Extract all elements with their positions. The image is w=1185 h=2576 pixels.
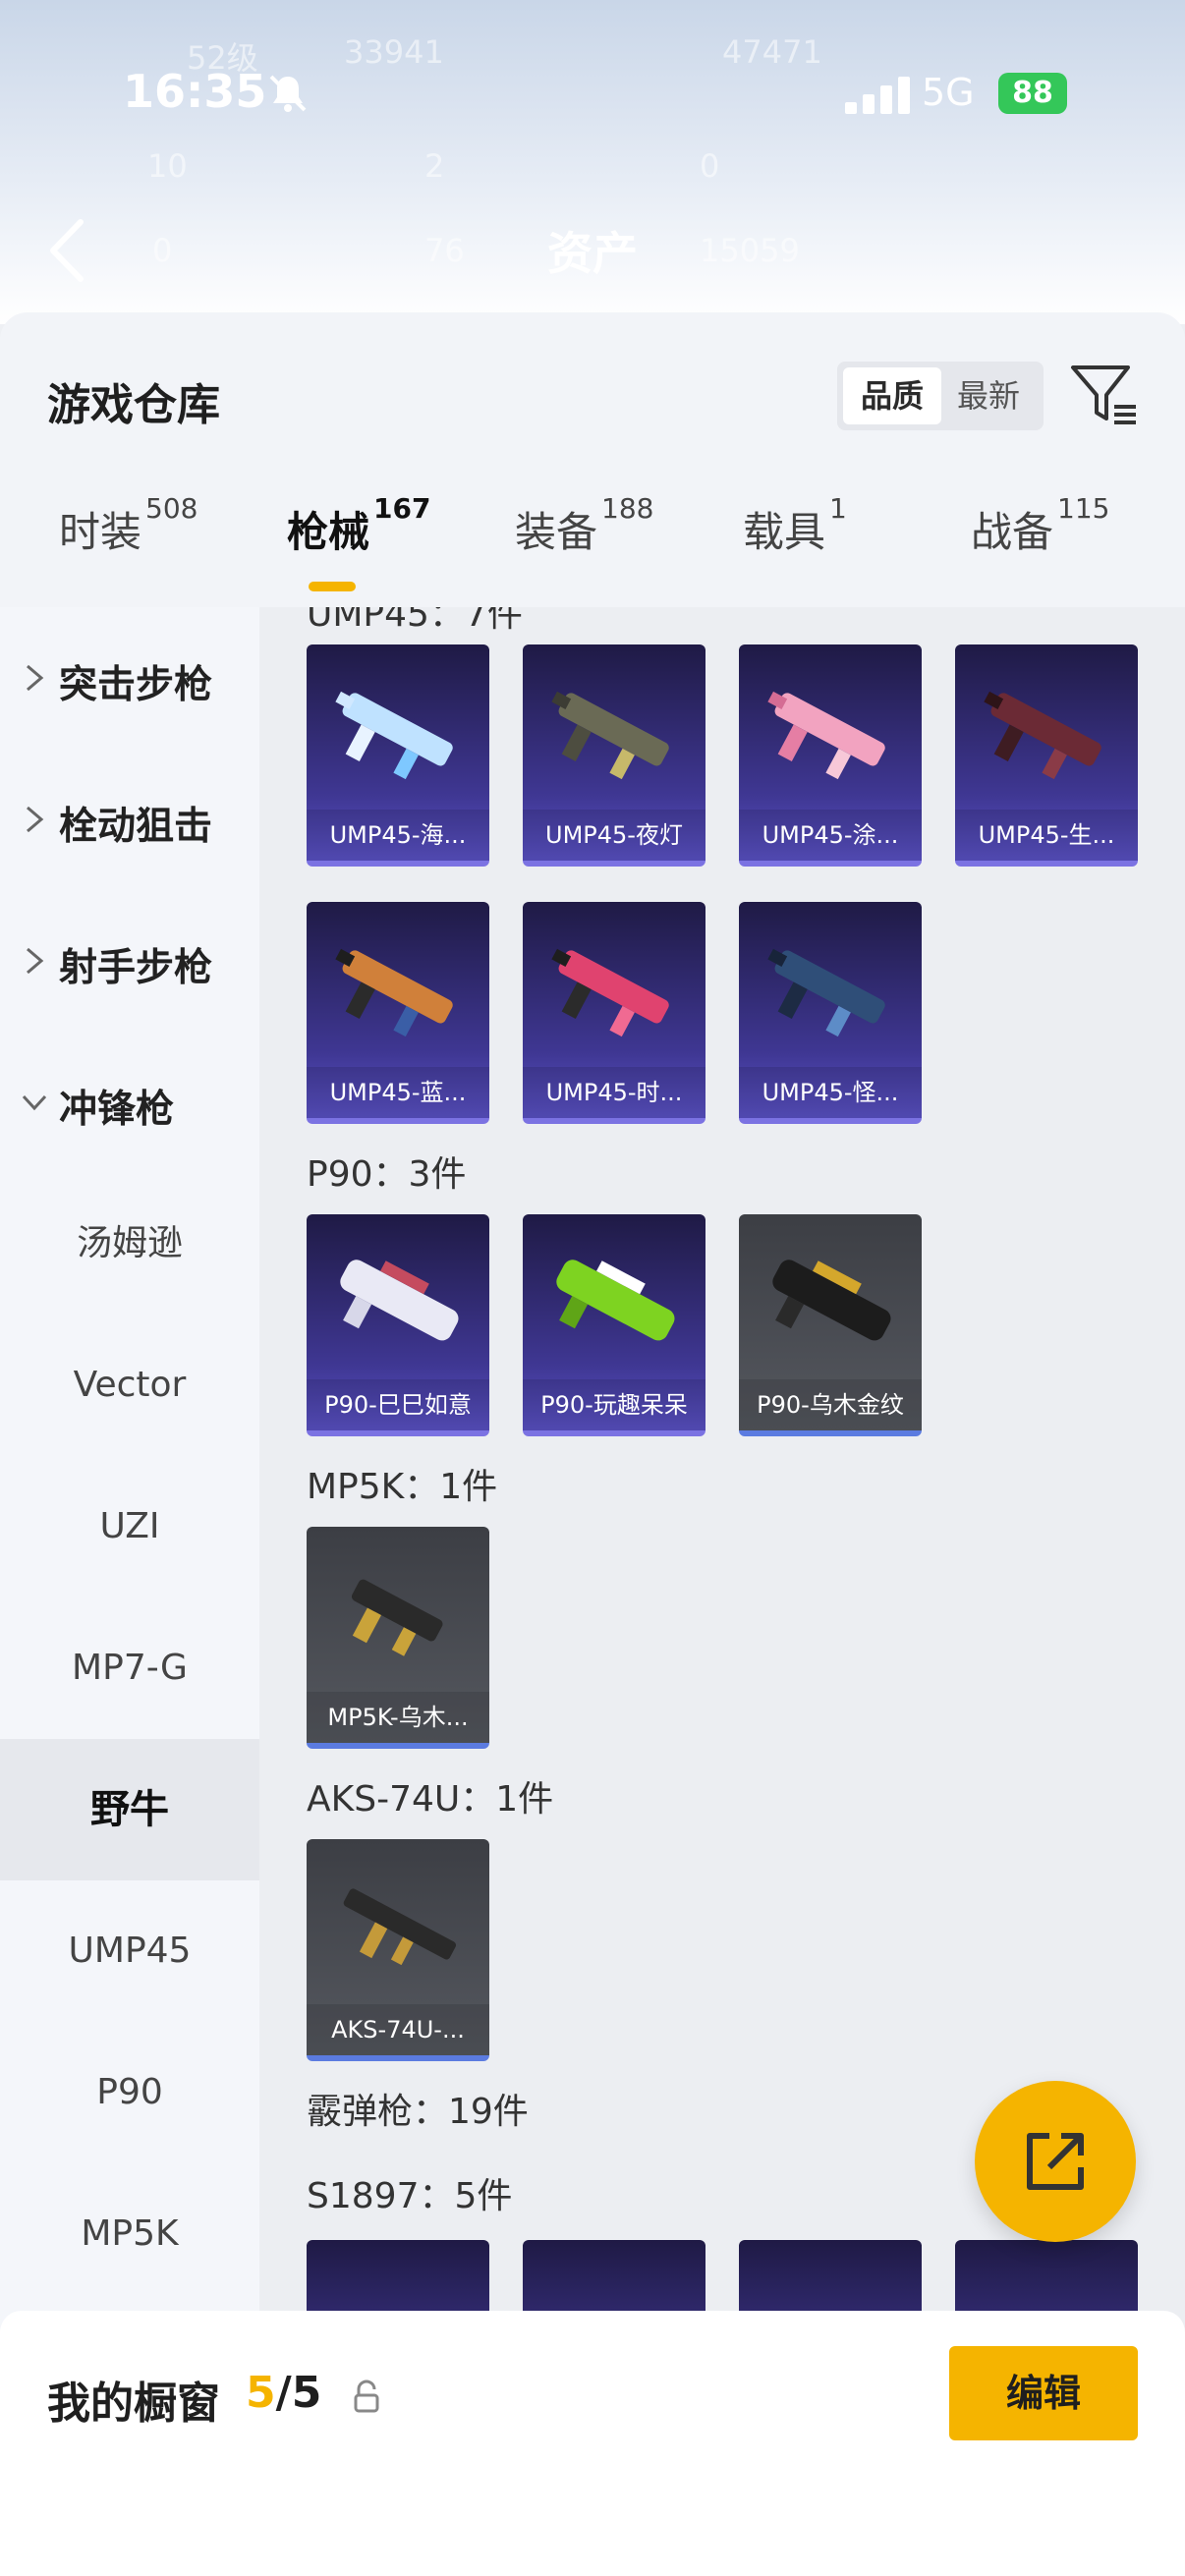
- showcase-label: 我的橱窗: [47, 2379, 220, 2429]
- sort-toggle: 品质 最新: [837, 362, 1044, 430]
- sort-latest-option[interactable]: 最新: [939, 367, 1038, 424]
- warehouse-title: 游戏仓库: [47, 380, 220, 430]
- showcase-count: 5/5: [246, 2368, 322, 2418]
- sidebar-sub-mp7g[interactable]: MP7-G: [0, 1597, 259, 1739]
- page-title: 资产: [547, 227, 638, 280]
- asset-header: 52级 33941 47471 10 2 0 0 76 15059 16:35 …: [0, 0, 1185, 324]
- ghost-stat-b: 2: [424, 147, 445, 185]
- item-card[interactable]: UMP45-生...: [955, 644, 1138, 867]
- sidebar-sub-vector[interactable]: Vector: [0, 1315, 259, 1456]
- p90-skin-icon: [772, 1260, 891, 1341]
- sidebar-sub-uzi[interactable]: UZI: [0, 1456, 259, 1597]
- status-time: 16:35: [123, 65, 267, 118]
- share-fab[interactable]: [975, 2081, 1136, 2242]
- chevron-right-icon: [27, 947, 44, 975]
- smg-skin-icon: [551, 691, 669, 780]
- chevron-right-icon: [27, 806, 44, 833]
- sidebar-sub-p90[interactable]: P90: [0, 2022, 259, 2163]
- signal-icon: [845, 77, 910, 114]
- sidebar-sub-bizon[interactable]: 野牛: [0, 1739, 259, 1880]
- active-tab-indicator: [309, 582, 356, 591]
- ghost-score: 47471: [722, 33, 822, 71]
- ghost-coins: 33941: [344, 33, 444, 71]
- item-card[interactable]: P90-巳巳如意: [307, 1214, 489, 1436]
- sidebar-sub-mp5k[interactable]: MP5K: [0, 2163, 259, 2305]
- smg-skin-icon: [767, 948, 885, 1037]
- item-card[interactable]: MP5K-乌木...: [307, 1527, 489, 1749]
- item-card[interactable]: UMP45-时...: [523, 902, 705, 1124]
- section-label-s1897: S1897：5件: [307, 2176, 513, 2216]
- ghost-stat-c: 0: [700, 147, 720, 185]
- warehouse-sheet: 游戏仓库 品质 最新 时装 508 枪械 167 装备 188 载具 1 战备 115 突…: [0, 312, 1185, 2576]
- rifle-skin-icon: [343, 1888, 457, 1966]
- bell-muted-icon: [269, 75, 307, 112]
- section-label-ump45: UMP45：7件: [307, 607, 523, 635]
- edit-button[interactable]: 编辑: [949, 2346, 1138, 2440]
- section-label-p90: P90：3件: [307, 1154, 467, 1195]
- p90-skin-icon: [340, 1260, 459, 1341]
- sidebar-item-marksman-rifle[interactable]: 射手步枪: [0, 890, 259, 1032]
- tab-supplies[interactable]: 战备 115: [971, 492, 1109, 559]
- battery-indicator: 88: [998, 73, 1067, 114]
- item-card[interactable]: UMP45-蓝...: [307, 902, 489, 1124]
- tab-equipment[interactable]: 装备 188: [515, 492, 653, 559]
- smg-skin-icon: [984, 691, 1101, 780]
- tab-fashion[interactable]: 时装 508: [59, 492, 198, 559]
- item-card[interactable]: AKS-74U-...: [307, 1839, 489, 2061]
- smg-skin-icon: [335, 691, 453, 780]
- sidebar-sub-ump45[interactable]: UMP45: [0, 1880, 259, 2022]
- sort-quality-option[interactable]: 品质: [843, 367, 941, 424]
- category-tabs: 时装 508 枪械 167 装备 188 载具 1 战备 115: [0, 492, 1185, 588]
- chevron-right-icon: [27, 664, 44, 692]
- tab-vehicles[interactable]: 载具 1: [743, 492, 847, 559]
- category-sidebar: 突击步枪 栓动狙击 射手步枪 冲锋枪 汤姆逊 Vector UZI MP7-G …: [0, 607, 259, 2436]
- sidebar-item-bolt-sniper[interactable]: 栓动狙击: [0, 749, 259, 890]
- item-card[interactable]: UMP45-夜灯: [523, 644, 705, 867]
- sidebar-sub-thompson[interactable]: 汤姆逊: [0, 1173, 259, 1315]
- external-link-icon: [1027, 2133, 1084, 2190]
- filter-icon[interactable]: [1069, 362, 1140, 430]
- sidebar-item-assault-rifle[interactable]: 突击步枪: [0, 607, 259, 749]
- section-label-aks74u: AKS-74U：1件: [307, 1779, 554, 1820]
- tab-guns[interactable]: 枪械 167: [287, 492, 430, 559]
- item-card[interactable]: UMP45-涂...: [739, 644, 922, 867]
- lock-icon: [354, 2380, 379, 2413]
- mp5k-skin-icon: [351, 1579, 443, 1656]
- item-card[interactable]: UMP45-海...: [307, 644, 489, 867]
- item-card[interactable]: P90-玩趣呆呆: [523, 1214, 705, 1436]
- item-card[interactable]: P90-乌木金纹: [739, 1214, 922, 1436]
- sidebar-item-smg[interactable]: 冲锋枪: [0, 1032, 259, 1173]
- item-card[interactable]: UMP45-怪...: [739, 902, 922, 1124]
- section-label-mp5k: MP5K：1件: [307, 1467, 498, 1507]
- smg-skin-icon: [335, 948, 453, 1037]
- p90-skin-icon: [556, 1260, 675, 1341]
- section-label-shotgun: 霰弹枪：19件: [307, 2092, 529, 2132]
- ghost-stat-a: 10: [147, 147, 188, 185]
- smg-skin-icon: [551, 948, 669, 1037]
- smg-skin-icon: [767, 691, 885, 780]
- network-label: 5G: [922, 71, 975, 114]
- showcase-bar: 我的橱窗 5/5 编辑: [0, 2311, 1185, 2576]
- chevron-down-icon: [22, 1094, 47, 1111]
